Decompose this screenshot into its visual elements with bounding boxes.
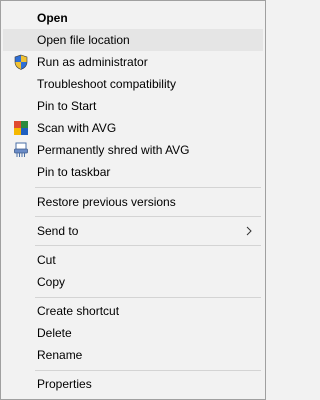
menu-item-permanently-shred-with-avg[interactable]: Permanently shred with AVG	[3, 139, 263, 161]
menu-item-pin-to-start[interactable]: Pin to Start	[3, 95, 263, 117]
menu-separator	[35, 216, 261, 217]
menu-item-label: Open	[37, 11, 68, 25]
menu-item-copy[interactable]: Copy	[3, 271, 263, 293]
menu-item-label: Troubleshoot compatibility	[37, 77, 176, 91]
menu-item-label: Cut	[37, 253, 56, 267]
menu-item-properties[interactable]: Properties	[3, 373, 263, 395]
menu-item-cut[interactable]: Cut	[3, 249, 263, 271]
menu-item-label: Properties	[37, 377, 92, 391]
menu-item-label: Rename	[37, 348, 83, 362]
menu-item-open-file-location[interactable]: Open file location	[3, 29, 263, 51]
menu-item-scan-with-avg[interactable]: Scan with AVG	[3, 117, 263, 139]
menu-item-run-as-administrator[interactable]: Run as administrator	[3, 51, 263, 73]
menu-item-delete[interactable]: Delete	[3, 322, 263, 344]
menu-item-label: Restore previous versions	[37, 195, 176, 209]
menu-item-send-to[interactable]: Send to	[3, 220, 263, 242]
menu-separator	[35, 297, 261, 298]
menu-item-label: Create shortcut	[37, 304, 120, 318]
menu-separator	[35, 187, 261, 188]
menu-item-label: Copy	[37, 275, 66, 289]
avg-scan-icon	[13, 120, 29, 136]
menu-separator	[35, 370, 261, 371]
menu-item-label: Pin to Start	[37, 99, 97, 113]
menu-item-label: Scan with AVG	[37, 121, 117, 135]
uac-shield-icon	[13, 54, 29, 70]
menu-item-restore-previous-versions[interactable]: Restore previous versions	[3, 191, 263, 213]
menu-item-rename[interactable]: Rename	[3, 344, 263, 366]
menu-item-create-shortcut[interactable]: Create shortcut	[3, 300, 263, 322]
menu-item-label: Open file location	[37, 33, 130, 47]
menu-item-label: Send to	[37, 224, 79, 238]
menu-item-label: Permanently shred with AVG	[37, 143, 190, 157]
menu-item-pin-to-taskbar[interactable]: Pin to taskbar	[3, 161, 263, 183]
menu-item-troubleshoot-compatibility[interactable]: Troubleshoot compatibility	[3, 73, 263, 95]
menu-item-label: Delete	[37, 326, 72, 340]
chevron-right-icon	[244, 223, 254, 239]
menu-item-label: Run as administrator	[37, 55, 148, 69]
menu-item-open[interactable]: Open	[3, 7, 263, 29]
avg-shred-icon	[13, 142, 29, 158]
menu-item-label: Pin to taskbar	[37, 165, 111, 179]
menu-separator	[35, 245, 261, 246]
context-menu: Open Open file location Run as administr…	[0, 0, 266, 400]
